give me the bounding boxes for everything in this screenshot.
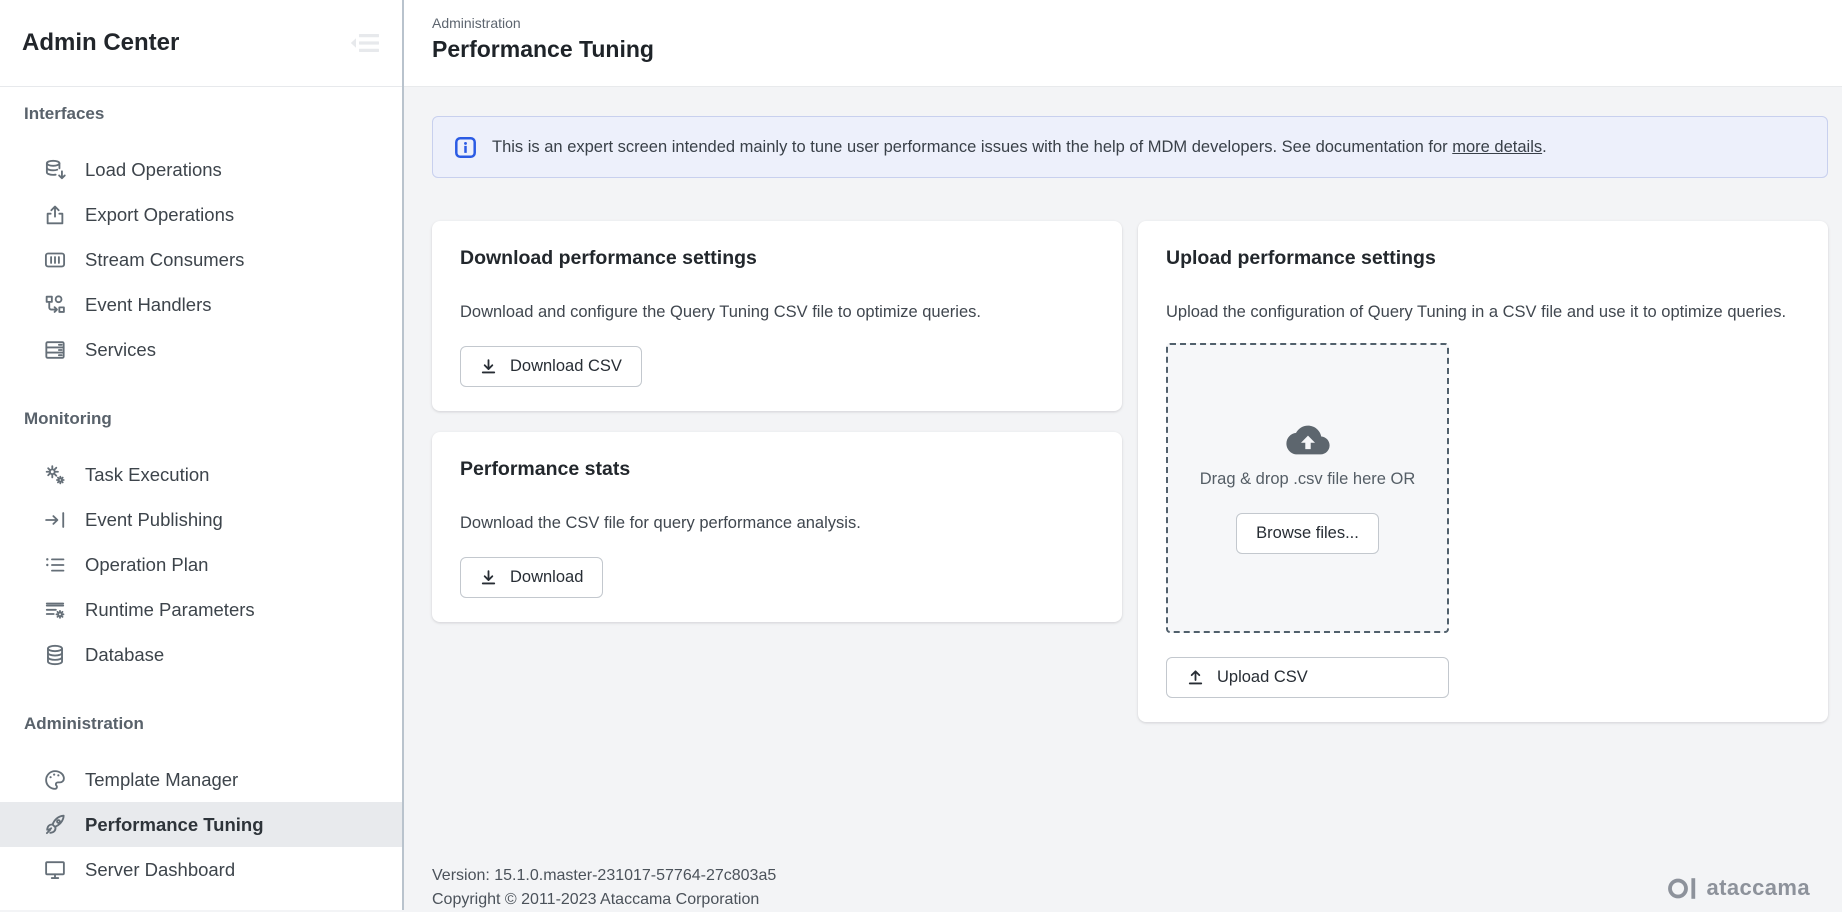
download-icon (480, 569, 497, 586)
banner-text: This is an expert screen intended mainly… (492, 138, 1547, 157)
card-title: Performance stats (460, 458, 1094, 481)
admin-center-app: Admin Center Interfaces Load Operations Ex… (0, 0, 1842, 910)
app-title: Admin Center (22, 29, 179, 57)
cards-row: Download performance settings Download a… (432, 221, 1828, 722)
sidebar-item-label: Event Publishing (85, 509, 223, 531)
sidebar-item-label: Load Operations (85, 159, 222, 181)
info-banner: This is an expert screen intended mainly… (432, 116, 1828, 178)
dropzone-text: Drag & drop .csv file here OR (1200, 470, 1416, 489)
performance-stats-card: Performance stats Download the CSV file … (432, 432, 1122, 622)
stream-consumers-icon (42, 247, 68, 273)
sidebar-item-load-operations[interactable]: Load Operations (0, 147, 402, 192)
sidebar-item-operation-plan[interactable]: Operation Plan (0, 542, 402, 587)
ataccama-logo: ataccama (1667, 875, 1811, 902)
card-description: Download the CSV file for query performa… (460, 513, 1094, 533)
event-publishing-icon (42, 507, 68, 533)
server-dashboard-icon (42, 857, 68, 883)
section-label: Interfaces (0, 101, 402, 127)
operation-plan-icon (42, 552, 68, 578)
section-label: Monitoring (0, 406, 402, 432)
collapse-sidebar-icon[interactable] (348, 29, 382, 57)
upload-icon (1187, 669, 1204, 686)
sidebar-item-label: Event Handlers (85, 294, 211, 316)
database-icon (42, 642, 68, 668)
card-description: Download and configure the Query Tuning … (460, 302, 1094, 322)
sidebar-item-services[interactable]: Services (0, 327, 402, 372)
footer-text: Version: 15.1.0.master-231017-57764-27c8… (432, 864, 776, 912)
sidebar-item-performance-tuning[interactable]: Performance Tuning (0, 802, 402, 847)
breadcrumb[interactable]: Administration (432, 15, 1842, 31)
download-csv-button[interactable]: Download CSV (460, 346, 642, 387)
ataccama-logo-text: ataccama (1707, 875, 1811, 901)
download-button[interactable]: Download (460, 557, 603, 598)
sidebar-item-label: Performance Tuning (85, 814, 264, 836)
sidebar-item-label: Runtime Parameters (85, 599, 255, 621)
task-execution-icon (42, 462, 68, 488)
services-icon (42, 337, 68, 363)
sidebar-item-label: Stream Consumers (85, 249, 244, 271)
load-operations-icon (42, 157, 68, 183)
template-manager-icon (42, 767, 68, 793)
sidebar-section-interfaces: Interfaces Load Operations Export Operatio… (0, 101, 402, 372)
upload-settings-card: Upload performance settings Upload the c… (1138, 221, 1828, 722)
more-details-link[interactable]: more details (1452, 138, 1542, 156)
runtime-parameters-icon (42, 597, 68, 623)
browse-files-button[interactable]: Browse files... (1236, 513, 1379, 554)
page-footer: Version: 15.1.0.master-231017-57764-27c8… (432, 864, 1828, 912)
sidebar: Admin Center Interfaces Load Operations Ex… (0, 0, 404, 910)
sidebar-section-monitoring: Monitoring Task Execution Event Publishing… (0, 406, 402, 677)
page-content: This is an expert screen intended mainly… (404, 87, 1842, 912)
sidebar-item-database[interactable]: Database (0, 632, 402, 677)
ataccama-logo-icon (1667, 875, 1698, 902)
page-header: Administration Performance Tuning (404, 0, 1842, 87)
sidebar-item-event-handlers[interactable]: Event Handlers (0, 282, 402, 327)
sidebar-item-label: Services (85, 339, 156, 361)
sidebar-item-runtime-parameters[interactable]: Runtime Parameters (0, 587, 402, 632)
sidebar-item-label: Template Manager (85, 769, 238, 791)
sidebar-section-administration: Administration Template Manager Performanc… (0, 711, 402, 892)
info-icon (454, 136, 477, 159)
event-handlers-icon (42, 292, 68, 318)
page-title: Performance Tuning (432, 36, 1842, 63)
sidebar-item-server-dashboard[interactable]: Server Dashboard (0, 847, 402, 892)
sidebar-item-task-execution[interactable]: Task Execution (0, 452, 402, 497)
performance-tuning-icon (42, 812, 68, 838)
sidebar-item-label: Server Dashboard (85, 859, 235, 881)
cloud-upload-icon (1285, 422, 1331, 458)
upload-csv-button[interactable]: Upload CSV (1166, 657, 1449, 698)
download-settings-card: Download performance settings Download a… (432, 221, 1122, 411)
copyright-text: Copyright © 2011-2023 Ataccama Corporati… (432, 888, 776, 912)
main-area: Administration Performance Tuning This i… (404, 0, 1842, 910)
sidebar-item-label: Database (85, 644, 164, 666)
sidebar-nav: Interfaces Load Operations Export Operatio… (0, 87, 402, 910)
sidebar-item-stream-consumers[interactable]: Stream Consumers (0, 237, 402, 282)
sidebar-item-label: Export Operations (85, 204, 234, 226)
sidebar-item-label: Operation Plan (85, 554, 208, 576)
card-title: Download performance settings (460, 247, 1094, 270)
section-label: Administration (0, 711, 402, 737)
sidebar-item-export-operations[interactable]: Export Operations (0, 192, 402, 237)
sidebar-item-label: Task Execution (85, 464, 209, 486)
card-title: Upload performance settings (1166, 247, 1800, 270)
export-operations-icon (42, 202, 68, 228)
card-description: Upload the configuration of Query Tuning… (1166, 302, 1800, 322)
sidebar-item-event-publishing[interactable]: Event Publishing (0, 497, 402, 542)
left-column: Download performance settings Download a… (432, 221, 1122, 622)
sidebar-header: Admin Center (0, 0, 402, 87)
version-text: Version: 15.1.0.master-231017-57764-27c8… (432, 864, 776, 888)
sidebar-item-template-manager[interactable]: Template Manager (0, 757, 402, 802)
csv-dropzone[interactable]: Drag & drop .csv file here OR Browse fil… (1166, 343, 1449, 633)
download-icon (480, 358, 497, 375)
